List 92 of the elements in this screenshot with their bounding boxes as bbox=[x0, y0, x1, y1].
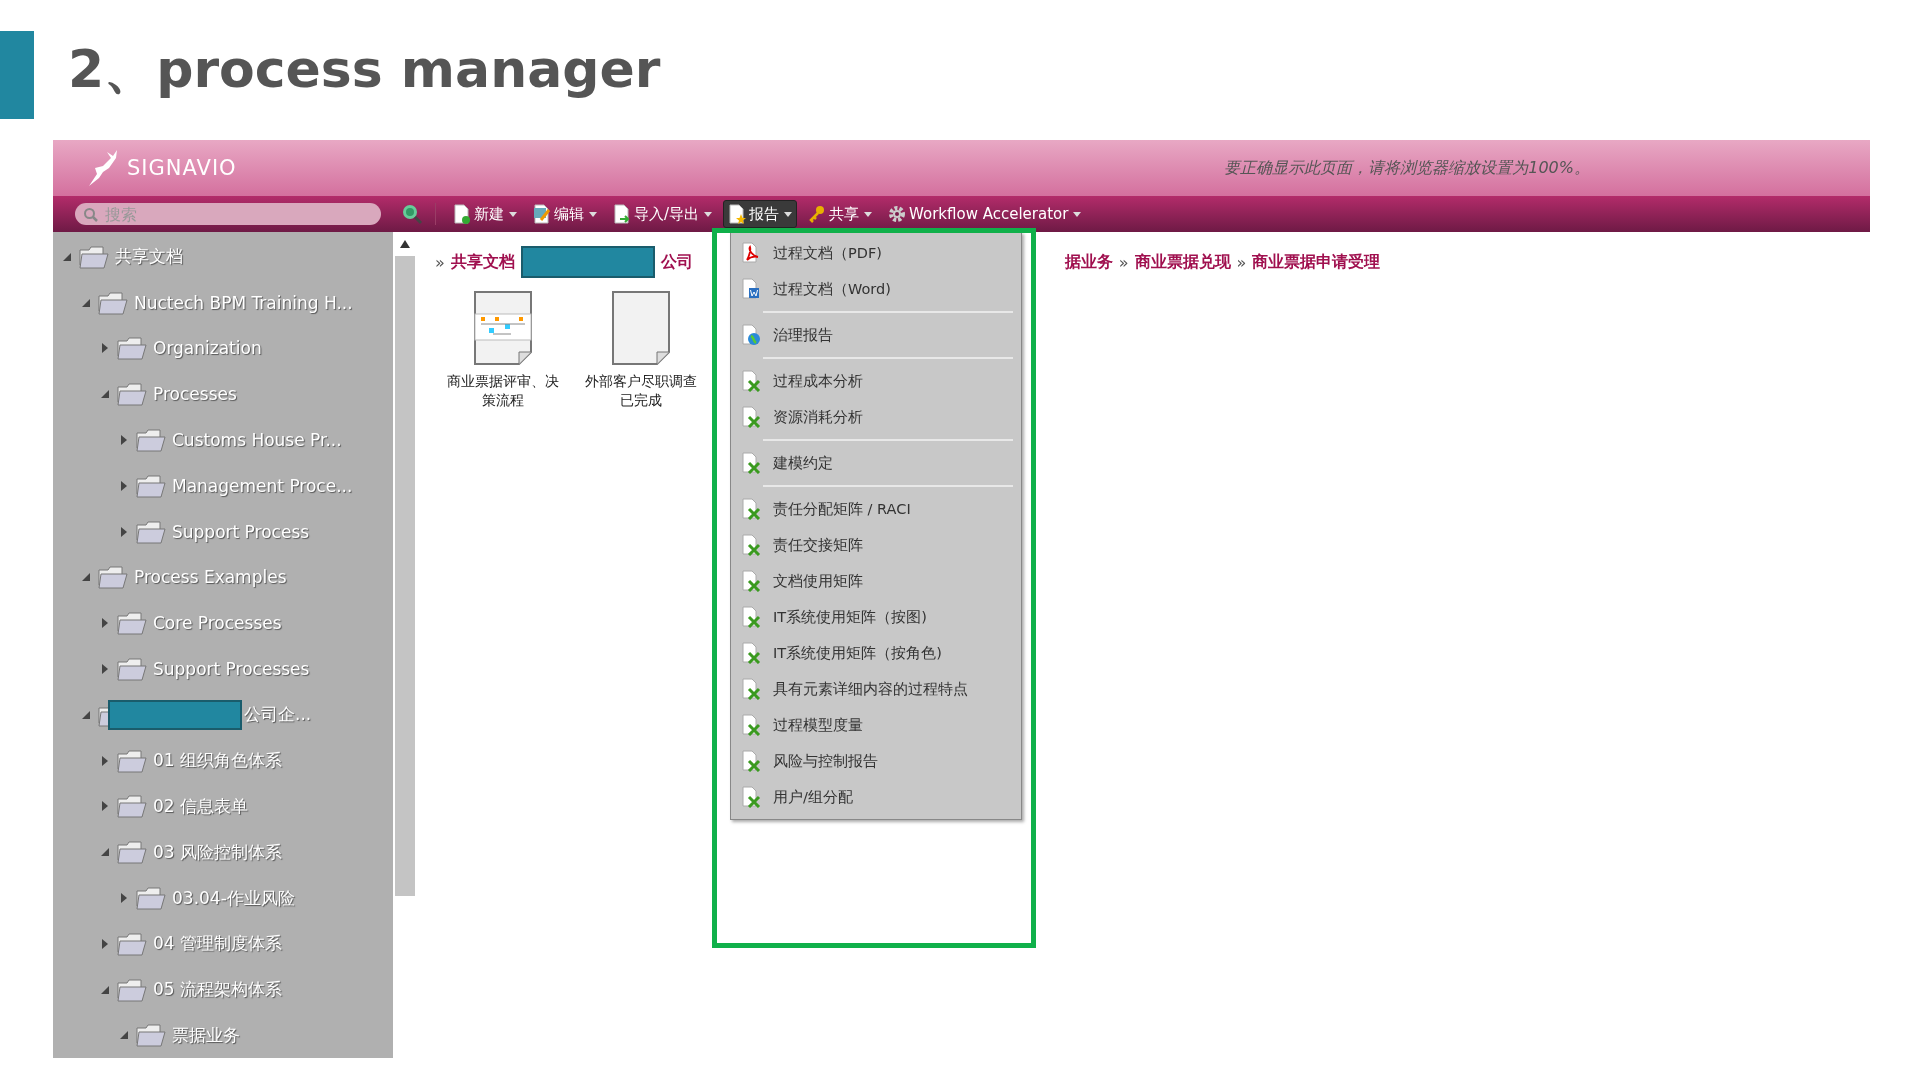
excel-document-icon bbox=[741, 714, 761, 736]
caret-icon bbox=[784, 211, 793, 217]
folder-icon bbox=[117, 748, 147, 773]
folder-icon bbox=[117, 931, 147, 956]
folder-icon bbox=[117, 657, 147, 682]
folder-icon bbox=[136, 1023, 166, 1048]
caret-icon bbox=[864, 211, 873, 217]
breadcrumb-link[interactable]: 据业务 bbox=[1064, 251, 1113, 273]
excel-document-icon bbox=[741, 678, 761, 700]
expand-arrow-icon[interactable] bbox=[80, 572, 92, 583]
excel-document-icon bbox=[741, 534, 761, 556]
report-menu-item[interactable]: IT系统使用矩阵（按角色) bbox=[731, 635, 1021, 671]
folder-icon bbox=[117, 977, 147, 1002]
document-star-icon bbox=[728, 204, 747, 224]
report-menu-button[interactable]: 报告 bbox=[723, 200, 798, 228]
caret-icon bbox=[589, 211, 597, 217]
process-diagram-document-icon[interactable] bbox=[471, 290, 535, 366]
excel-document-icon bbox=[741, 406, 761, 428]
excel-document-icon bbox=[741, 786, 761, 808]
folder-icon bbox=[117, 794, 147, 819]
expand-arrow-icon[interactable] bbox=[80, 709, 92, 720]
breadcrumb-link[interactable]: 公司 bbox=[660, 251, 693, 273]
excel-document-icon bbox=[741, 750, 761, 772]
breadcrumb-link[interactable]: 共享文档 bbox=[450, 251, 515, 273]
expand-arrow-icon[interactable] bbox=[118, 1030, 130, 1041]
report-menu-item[interactable]: 具有元素详细内容的过程特点 bbox=[731, 671, 1021, 707]
folder-icon bbox=[79, 244, 109, 269]
breadcrumb-separator: » bbox=[1236, 252, 1247, 272]
folder-icon bbox=[98, 565, 128, 590]
blank-document-icon[interactable] bbox=[609, 290, 673, 366]
report-menu-item[interactable]: 责任交接矩阵 bbox=[731, 527, 1021, 563]
breadcrumb-link[interactable]: 商业票据申请受理 bbox=[1252, 251, 1381, 273]
expand-arrow-icon[interactable] bbox=[99, 847, 111, 858]
key-icon bbox=[808, 205, 827, 223]
expand-arrow-icon[interactable] bbox=[61, 251, 73, 262]
excel-document-icon bbox=[741, 606, 761, 628]
report-menu-item[interactable]: 过程文档（PDF) bbox=[731, 235, 1021, 271]
logo-text: SIGNAVIO bbox=[127, 156, 237, 180]
pdf-document-icon bbox=[741, 242, 761, 264]
workflow-menu-button[interactable]: Workflow Accelerator bbox=[883, 200, 1087, 228]
report-menu-item[interactable]: 责任分配矩阵 / RACI bbox=[731, 491, 1021, 527]
expand-arrow-icon[interactable] bbox=[99, 389, 111, 400]
report-menu-item[interactable]: 过程模型度量 bbox=[731, 707, 1021, 743]
gear-icon bbox=[888, 205, 907, 223]
import-menu-button[interactable]: 导入/导出 bbox=[608, 200, 718, 228]
new-menu-button[interactable]: 新建 bbox=[448, 200, 522, 228]
search-globe-icon[interactable] bbox=[401, 203, 423, 225]
excel-document-icon bbox=[741, 642, 761, 664]
folder-icon bbox=[117, 840, 147, 865]
report-menu-item[interactable]: 文档使用矩阵 bbox=[731, 563, 1021, 599]
folder-icon bbox=[117, 336, 147, 361]
report-menu-item[interactable]: 过程文档（Word) bbox=[731, 271, 1021, 307]
slide-title: 2、process manager bbox=[68, 38, 661, 101]
document-title[interactable]: 外部客户尽职调查已完成 bbox=[585, 372, 697, 410]
excel-document-icon bbox=[741, 452, 761, 474]
search-field[interactable]: 搜索 bbox=[75, 203, 381, 225]
expand-arrow-icon[interactable] bbox=[99, 984, 111, 995]
folder-icon bbox=[117, 382, 147, 407]
report-menu-item[interactable]: 建模约定 bbox=[731, 445, 1021, 481]
report-menu-item[interactable]: 风险与控制报告 bbox=[731, 743, 1021, 779]
browser-zoom-notice: 要正确显示此页面，请将浏览器缩放设置为100%。 bbox=[1224, 157, 1590, 179]
report-menu-item[interactable]: 过程成本分析 bbox=[731, 363, 1021, 399]
expand-arrow-icon[interactable] bbox=[80, 297, 92, 308]
folder-icon bbox=[136, 428, 166, 453]
document-plus-icon bbox=[453, 204, 471, 224]
report-menu-item[interactable]: 治理报告 bbox=[731, 317, 1021, 353]
caret-icon bbox=[509, 211, 517, 217]
excel-document-icon bbox=[741, 570, 761, 592]
breadcrumb-link[interactable]: 商业票据兑现 bbox=[1134, 251, 1231, 273]
caret-icon bbox=[704, 211, 713, 217]
breadcrumb-separator: » bbox=[1118, 252, 1129, 272]
word-document-icon bbox=[741, 278, 761, 300]
breadcrumb-separator: » bbox=[435, 252, 445, 272]
excel-document-icon bbox=[741, 370, 761, 392]
report-menu-item[interactable]: IT系统使用矩阵（按图) bbox=[731, 599, 1021, 635]
excel-document-icon bbox=[741, 498, 761, 520]
document-title[interactable]: 商业票据评审、决策流程 bbox=[447, 372, 559, 410]
edit-menu-button[interactable]: 编辑 bbox=[528, 200, 602, 228]
document-pencil-icon bbox=[533, 204, 551, 224]
report-menu-item[interactable]: 资源消耗分析 bbox=[731, 399, 1021, 435]
caret-icon bbox=[1073, 211, 1082, 217]
search-icon bbox=[83, 207, 99, 223]
folder-icon bbox=[117, 611, 147, 636]
scroll-up-arrow-icon[interactable] bbox=[400, 240, 410, 248]
folder-icon bbox=[136, 473, 166, 498]
globe-document-icon bbox=[741, 324, 761, 346]
share-menu-button[interactable]: 共享 bbox=[803, 200, 878, 228]
folder-icon bbox=[136, 519, 166, 544]
folder-icon bbox=[136, 886, 166, 911]
folder-icon bbox=[98, 290, 128, 315]
report-menu-item[interactable]: 用户/组分配 bbox=[731, 779, 1021, 815]
document-arrow-icon bbox=[613, 204, 631, 224]
